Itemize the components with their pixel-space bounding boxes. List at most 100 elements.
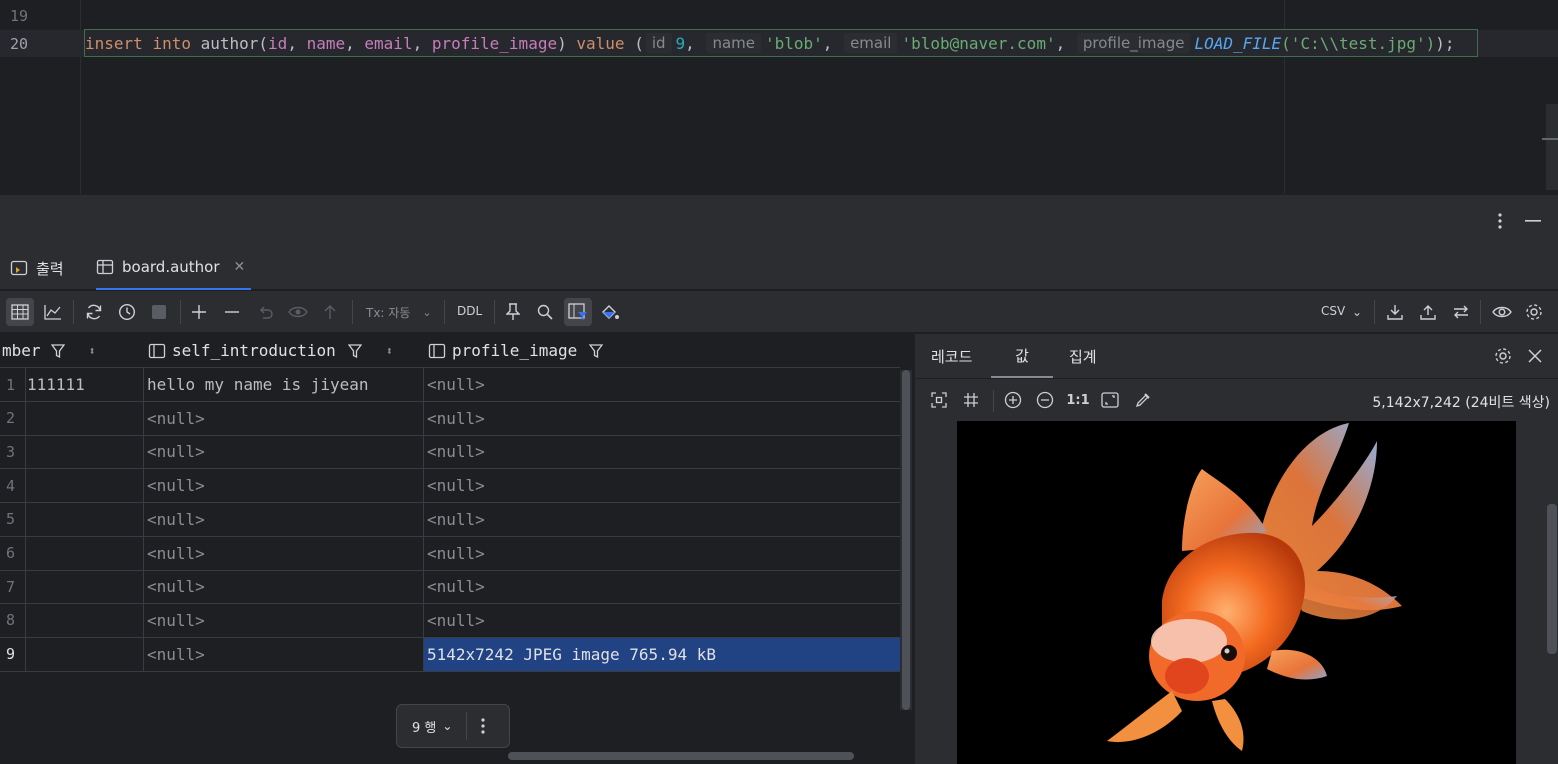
sort-icon[interactable]: ⬍: [89, 344, 96, 358]
table-cell[interactable]: <null>: [424, 537, 900, 570]
export-download-icon[interactable]: [1381, 298, 1409, 326]
tab-record[interactable]: 레코드: [931, 334, 972, 378]
table-cell[interactable]: hello my name is jiyean: [147, 368, 421, 401]
grid-toggle-icon[interactable]: [957, 386, 985, 414]
tab-value[interactable]: 값: [991, 334, 1053, 378]
sql-editor[interactable]: 19 20 insert into author(id, name, email…: [0, 0, 1558, 194]
gear-icon[interactable]: [1489, 342, 1517, 370]
filter-icon[interactable]: [347, 343, 362, 358]
table-cell[interactable]: <null>: [424, 604, 900, 637]
table-row[interactable]: 4 <null> <null>: [0, 469, 900, 504]
export-format-select[interactable]: CSV: [1321, 304, 1345, 318]
add-row-icon[interactable]: [185, 298, 213, 326]
table-cell[interactable]: <null>: [424, 503, 900, 536]
zoom-out-icon[interactable]: [1031, 386, 1059, 414]
table-cell[interactable]: [27, 503, 142, 536]
actual-size-button[interactable]: 1:1: [1064, 386, 1092, 414]
column-header[interactable]: profile_image: [428, 334, 898, 367]
column-header[interactable]: mber ⬍: [0, 334, 143, 367]
table-cell[interactable]: <null>: [424, 368, 900, 401]
grid-vertical-scroll-thumb[interactable]: [902, 370, 910, 710]
table-cell[interactable]: 5142x7242 JPEG image 765.94 kB: [424, 637, 900, 671]
chart-view-icon[interactable]: [39, 298, 67, 326]
chevron-down-icon[interactable]: ⌄: [1343, 298, 1371, 326]
table-cell[interactable]: <null>: [424, 570, 900, 603]
table-cell[interactable]: [27, 604, 142, 637]
import-upload-icon[interactable]: [1414, 298, 1442, 326]
search-icon[interactable]: [531, 298, 559, 326]
ddl-button[interactable]: DDL: [457, 304, 482, 318]
sql-number: 9: [675, 33, 686, 53]
table-cell[interactable]: <null>: [147, 503, 421, 536]
table-cell[interactable]: <null>: [147, 435, 421, 468]
pin-icon[interactable]: [499, 298, 527, 326]
close-icon[interactable]: [1521, 342, 1549, 370]
column-header-label: self_introduction: [172, 341, 336, 360]
table-row[interactable]: 5 <null> <null>: [0, 502, 900, 537]
panel-scrollbar[interactable]: [1547, 504, 1557, 654]
more-options-icon[interactable]: [481, 718, 486, 734]
tab-board-author[interactable]: board.author ✕: [96, 246, 252, 290]
zoom-in-icon[interactable]: [999, 386, 1027, 414]
table-cell[interactable]: <null>: [424, 435, 900, 468]
fill-color-icon[interactable]: [596, 298, 624, 326]
more-options-icon[interactable]: [1486, 207, 1514, 235]
table-row[interactable]: 8 <null> <null>: [0, 603, 900, 638]
fit-to-window-icon[interactable]: [925, 386, 953, 414]
table-cell[interactable]: <null>: [147, 402, 421, 435]
table-cell[interactable]: [27, 537, 142, 570]
page-size-selector[interactable]: 9 행 ⌄: [396, 704, 510, 748]
row-number: 1: [6, 375, 16, 394]
column-header[interactable]: self_introduction ⬍: [148, 334, 422, 367]
fit-zoom-icon[interactable]: [1096, 386, 1124, 414]
minimize-icon[interactable]: [1519, 207, 1547, 235]
close-icon[interactable]: ✕: [234, 259, 246, 275]
table-row[interactable]: 6 <null> <null>: [0, 536, 900, 571]
table-cell[interactable]: 111111: [27, 368, 142, 401]
table-row[interactable]: 7 <null> <null>: [0, 570, 900, 605]
table-row[interactable]: 2 <null> <null>: [0, 401, 900, 436]
filter-rows-icon[interactable]: [564, 298, 592, 326]
grid-horizontal-scrollbar[interactable]: [508, 752, 854, 760]
table-cell[interactable]: <null>: [147, 638, 421, 671]
refresh-icon[interactable]: [80, 298, 108, 326]
table-row[interactable]: 1 111111 hello my name is jiyean <null>: [0, 368, 900, 402]
table-row[interactable]: 3 <null> <null>: [0, 435, 900, 470]
editor-scrollbar[interactable]: [1546, 104, 1558, 190]
table-cell[interactable]: <null>: [424, 402, 900, 435]
compare-icon[interactable]: [1447, 298, 1475, 326]
table-cell[interactable]: [27, 570, 142, 603]
result-grid[interactable]: mber ⬍ self_introduction ⬍ profile_image…: [0, 334, 912, 764]
sql-statement[interactable]: insert into author(id, name, email, prof…: [84, 29, 1478, 57]
table-cell[interactable]: <null>: [147, 537, 421, 570]
table-cell[interactable]: [27, 402, 142, 435]
table-cell[interactable]: <null>: [147, 469, 421, 502]
row-number: 9: [6, 645, 16, 664]
preview-changes-icon[interactable]: [284, 298, 312, 326]
table-cell[interactable]: [27, 469, 142, 502]
table-view-icon[interactable]: [6, 298, 34, 326]
table-cell[interactable]: [27, 638, 142, 671]
table-cell[interactable]: <null>: [147, 570, 421, 603]
delete-row-icon[interactable]: [218, 298, 246, 326]
table-row[interactable]: 9 <null> 5142x7242 JPEG image 765.94 kB: [0, 637, 900, 672]
filter-icon[interactable]: [50, 343, 65, 358]
tab-aggregate[interactable]: 집계: [1069, 334, 1097, 378]
revert-icon[interactable]: [251, 298, 279, 326]
tab-label: board.author: [122, 258, 220, 276]
chevron-down-icon[interactable]: ⌄: [413, 298, 441, 326]
sort-icon[interactable]: ⬍: [386, 344, 393, 358]
tx-mode-label[interactable]: Tx: 자동: [366, 304, 410, 321]
table-cell[interactable]: [27, 435, 142, 468]
table-cell[interactable]: <null>: [424, 469, 900, 502]
tab-output[interactable]: 출력: [10, 246, 64, 290]
gear-icon[interactable]: [1520, 298, 1548, 326]
filter-icon[interactable]: [589, 343, 604, 358]
stop-icon[interactable]: [145, 298, 173, 326]
history-clock-icon[interactable]: [113, 298, 141, 326]
submit-icon[interactable]: [316, 298, 344, 326]
color-picker-icon[interactable]: [1129, 386, 1157, 414]
eye-icon[interactable]: [1488, 298, 1516, 326]
table-cell[interactable]: <null>: [147, 604, 421, 637]
